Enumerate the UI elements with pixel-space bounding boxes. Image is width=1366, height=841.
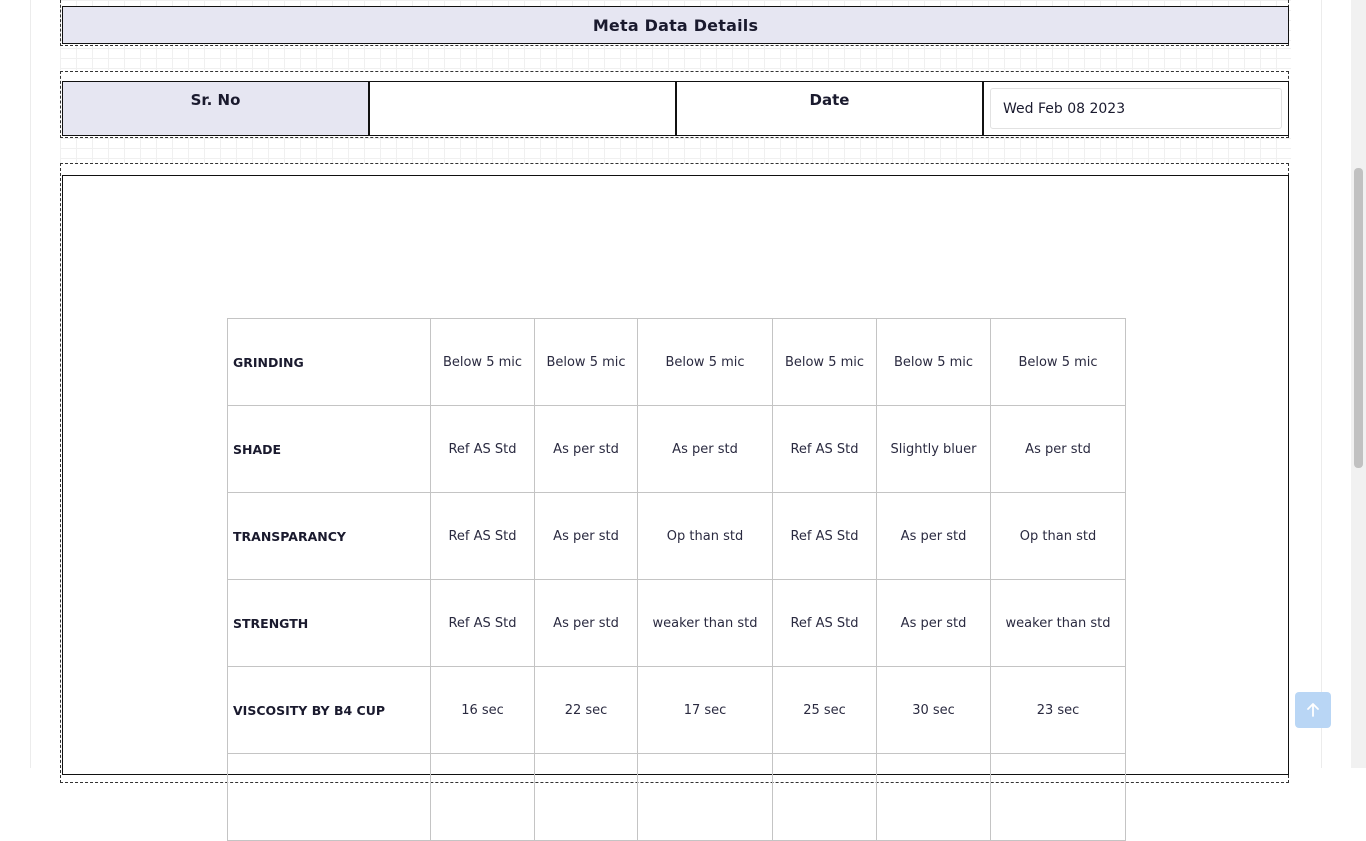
value-cell: 17 sec — [637, 666, 773, 754]
value-cell — [876, 753, 991, 841]
date-label-text: Date — [809, 91, 850, 109]
back-to-top-button[interactable] — [1295, 692, 1331, 728]
table-row: STRENGTH Ref AS Std As per std weaker th… — [227, 579, 1126, 667]
value-cell: Ref AS Std — [430, 405, 535, 493]
table-row: TRANSPARANCY Ref AS Std As per std Op th… — [227, 492, 1126, 580]
value-cell: 22 sec — [534, 666, 638, 754]
value-cell: Below 5 mic — [772, 318, 877, 406]
scrollbar-thumb[interactable] — [1354, 168, 1363, 468]
value-cell: As per std — [534, 492, 638, 580]
value-cell: Below 5 mic — [876, 318, 991, 406]
value-cell: As per std — [534, 579, 638, 667]
value-cell: Below 5 mic — [430, 318, 535, 406]
value-cell — [637, 753, 773, 841]
value-cell: weaker than std — [990, 579, 1126, 667]
param-cell: TRANSPARANCY — [227, 492, 431, 580]
date-input[interactable] — [990, 88, 1282, 129]
date-cell — [984, 82, 1288, 135]
value-cell: Ref AS Std — [772, 405, 877, 493]
value-cell: Ref AS Std — [772, 492, 877, 580]
value-cell: Below 5 mic — [637, 318, 773, 406]
scrollbar[interactable] — [1351, 0, 1366, 768]
grid-band — [60, 48, 1291, 70]
value-cell — [990, 753, 1126, 841]
value-cell: Ref AS Std — [772, 579, 877, 667]
value-cell: Ref AS Std — [430, 492, 535, 580]
value-cell: As per std — [876, 492, 991, 580]
value-cell: 16 sec — [430, 666, 535, 754]
value-cell: Below 5 mic — [534, 318, 638, 406]
param-cell: STRENGTH — [227, 579, 431, 667]
results-table: GRINDING Below 5 mic Below 5 mic Below 5… — [227, 318, 1126, 841]
value-cell: Ref AS Std — [430, 579, 535, 667]
value-cell: 25 sec — [772, 666, 877, 754]
table-row: GRINDING Below 5 mic Below 5 mic Below 5… — [227, 318, 1126, 406]
param-cell — [227, 753, 431, 841]
value-cell: Below 5 mic — [990, 318, 1126, 406]
sr-no-label: Sr. No — [63, 82, 370, 135]
value-cell — [534, 753, 638, 841]
date-label: Date — [677, 82, 984, 135]
value-cell: Op than std — [637, 492, 773, 580]
value-cell: 30 sec — [876, 666, 991, 754]
param-cell: SHADE — [227, 405, 431, 493]
value-cell: As per std — [637, 405, 773, 493]
sr-no-value[interactable] — [370, 82, 677, 135]
table-row: VISCOSITY BY B4 CUP 16 sec 22 sec 17 sec… — [227, 666, 1126, 754]
param-cell: VISCOSITY BY B4 CUP — [227, 666, 431, 754]
grid-band — [60, 138, 1291, 163]
value-cell: 23 sec — [990, 666, 1126, 754]
meta-data-title-text: Meta Data Details — [592, 15, 759, 35]
table-row — [227, 753, 1126, 841]
value-cell: As per std — [990, 405, 1126, 493]
value-cell: As per std — [876, 579, 991, 667]
value-cell — [772, 753, 877, 841]
value-cell — [430, 753, 535, 841]
value-cell: weaker than std — [637, 579, 773, 667]
value-cell: Slightly bluer — [876, 405, 991, 493]
meta-data-title: Meta Data Details — [62, 6, 1289, 44]
param-cell: GRINDING — [227, 318, 431, 406]
value-cell: As per std — [534, 405, 638, 493]
table-row: SHADE Ref AS Std As per std As per std R… — [227, 405, 1126, 493]
sr-no-label-text: Sr. No — [190, 91, 241, 109]
value-cell: Op than std — [990, 492, 1126, 580]
arrow-up-icon — [1307, 703, 1319, 717]
meta-row: Sr. No Date — [62, 81, 1289, 136]
